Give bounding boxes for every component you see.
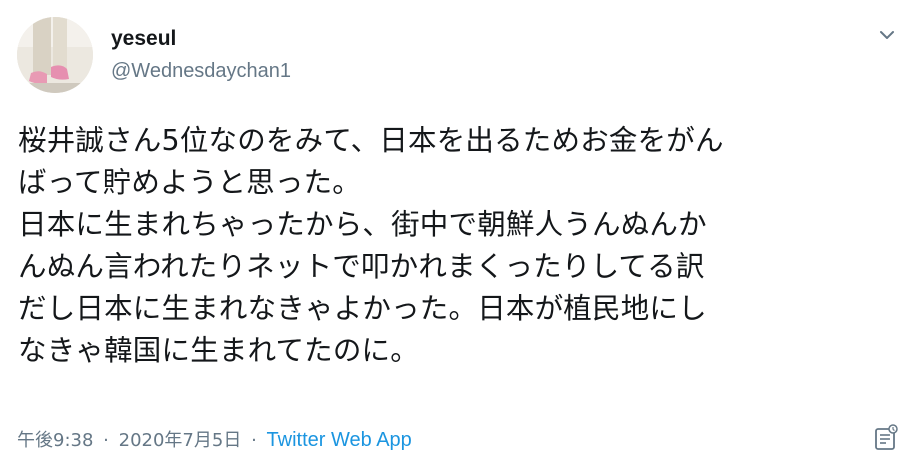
tweet-source-link[interactable]: Twitter Web App (267, 429, 412, 451)
meta-separator: · (251, 430, 257, 451)
avatar[interactable] (17, 17, 93, 93)
analytics-icon[interactable] (873, 424, 899, 452)
tweet-card: yeseul @Wednesdaychan1 桜井誠さん5位なのをみて、日本を出… (0, 0, 914, 471)
tweet-metadata: 午後9:38 · 2020年7月5日 · Twitter Web App (17, 426, 412, 452)
avatar-photo-icon (17, 17, 93, 93)
tweet-text-line: 桜井誠さん5位なのをみて、日本を出るためお金をがん (18, 124, 724, 157)
tweet-text-line: 日本に生まれちゃったから、街中で朝鮮人うんぬんか (18, 208, 707, 241)
tweet-text: 桜井誠さん5位なのをみて、日本を出るためお金をがん ばって貯めようと思った。 日… (18, 120, 898, 372)
tweet-text-line: だし日本に生まれなきゃよかった。日本が植民地にし (18, 292, 707, 325)
meta-separator: · (103, 430, 109, 451)
tweet-date[interactable]: 2020年7月5日 (119, 430, 242, 451)
tweet-text-line: なきゃ韓国に生まれてたのに。 (18, 334, 419, 367)
tweet-text-line: んぬん言われたりネットで叩かれまくったりしてる訳 (18, 250, 705, 283)
tweet-time[interactable]: 午後9:38 (17, 430, 93, 451)
tweet-text-line: ばって貯めようと思った。 (18, 166, 361, 199)
chevron-down-icon[interactable] (874, 22, 900, 48)
author-handle[interactable]: @Wednesdaychan1 (111, 60, 291, 83)
author-display-name[interactable]: yeseul (111, 27, 176, 51)
